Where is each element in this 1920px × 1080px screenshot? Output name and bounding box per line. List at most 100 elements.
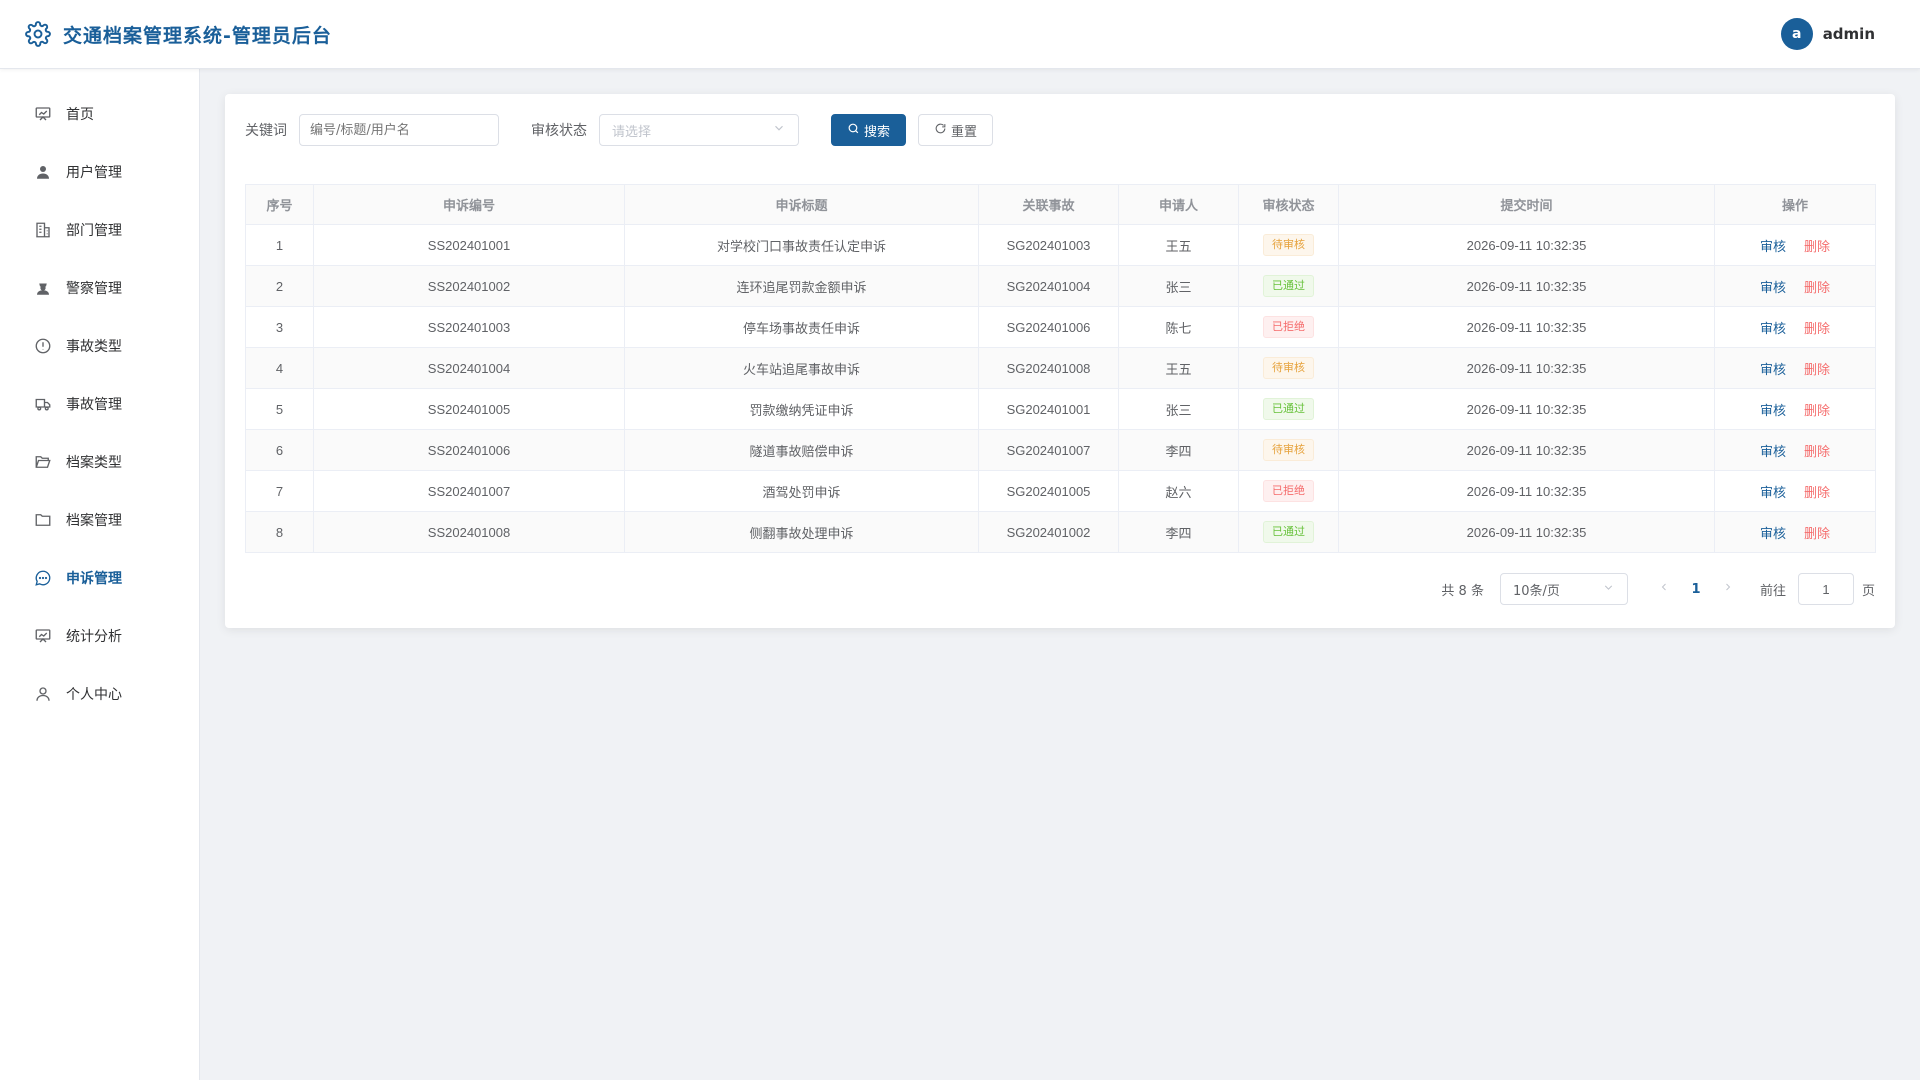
user-icon [34,163,52,181]
status-badge: 已拒绝 [1263,316,1314,338]
page-number[interactable]: 1 [1680,582,1712,597]
cell-actions: 审核 删除 [1714,429,1876,471]
truck-icon [34,395,52,413]
cell-code: SS202401008 [313,511,625,553]
chart-board-icon [34,627,52,645]
status-badge: 已通过 [1263,275,1314,297]
dashboard-icon [34,105,52,123]
goto-page-input[interactable] [1797,573,1854,605]
sidebar-item-departments[interactable]: 部门管理 [0,201,199,259]
delete-button[interactable]: 删除 [1804,403,1830,418]
delete-button[interactable]: 删除 [1804,526,1830,541]
cell-applicant: 陈七 [1118,306,1239,348]
status-badge: 已通过 [1263,521,1314,543]
avatar[interactable]: a [1780,18,1813,50]
reset-button[interactable]: 重置 [918,114,994,146]
keyword-input[interactable] [299,114,499,146]
status-select-placeholder: 请选择 [612,124,652,140]
column-header[interactable]: 提交时间 [1338,184,1715,225]
table-row: 7 SS202401007 酒驾处罚申诉 SG202401005 赵六 已拒绝 2026-0… [245,470,1876,512]
delete-button[interactable]: 删除 [1804,362,1830,377]
delete-button[interactable]: 删除 [1804,280,1830,295]
cell-status: 待审核 [1238,224,1339,266]
refresh-icon [934,122,947,139]
delete-button[interactable]: 删除 [1804,485,1830,500]
sidebar-item-profile[interactable]: 个人中心 [0,665,199,723]
prev-page-button[interactable] [1648,581,1680,597]
brand: 交通档案管理系统-管理员后台 [25,21,332,48]
delete-button[interactable]: 删除 [1804,321,1830,336]
search-button[interactable]: 搜索 [831,114,907,146]
page-size-select[interactable]: 10条/页 [1499,573,1628,605]
sidebar-item-appeals[interactable]: 申诉管理 [0,549,199,607]
status-badge: 待审核 [1263,439,1314,461]
status-select[interactable]: 请选择 [599,114,799,146]
cell-actions: 审核 删除 [1714,511,1876,553]
cell-status: 已通过 [1238,388,1339,430]
audit-button[interactable]: 审核 [1760,526,1786,541]
cell-accident: SG202401005 [978,470,1119,512]
column-header[interactable]: 序号 [245,184,314,225]
audit-button[interactable]: 审核 [1760,239,1786,254]
delete-button[interactable]: 删除 [1804,444,1830,459]
delete-button[interactable]: 删除 [1804,239,1830,254]
audit-button[interactable]: 审核 [1760,444,1786,459]
user-menu[interactable]: a admin [1780,18,1875,50]
search-icon [847,122,860,139]
reset-button-label: 重置 [951,124,978,140]
cell-index: 6 [245,429,314,471]
cell-actions: 审核 删除 [1714,265,1876,307]
cell-status: 已通过 [1238,511,1339,553]
column-header[interactable]: 申请人 [1118,184,1239,225]
cell-time: 2026-09-11 10:32:35 [1338,224,1715,266]
sidebar-item-label: 部门管理 [66,223,122,239]
officer-icon [34,279,52,297]
table-row: 4 SS202401004 火车站追尾事故申诉 SG202401008 王五 待审核 202… [245,347,1876,389]
cell-title: 停车场事故责任申诉 [624,306,979,348]
cell-status: 待审核 [1238,429,1339,471]
sidebar-item-accident-types[interactable]: 事故类型 [0,317,199,375]
cell-code: SS202401006 [313,429,625,471]
filter-bar: 关键词 审核状态 请选择 搜索 重置 [245,114,1875,146]
cell-accident: SG202401007 [978,429,1119,471]
audit-button[interactable]: 审核 [1760,321,1786,336]
cell-applicant: 王五 [1118,347,1239,389]
sidebar-item-label: 首页 [66,107,94,123]
sidebar-item-police[interactable]: 警察管理 [0,259,199,317]
sidebar-item-archives[interactable]: 档案管理 [0,491,199,549]
gear-icon [25,21,51,47]
appeals-panel: 关键词 审核状态 请选择 搜索 重置 序号 申诉编号 申诉标题 关联事故 申请 [225,94,1895,628]
cell-code: SS202401002 [313,265,625,307]
cell-applicant: 李四 [1118,511,1239,553]
audit-button[interactable]: 审核 [1760,280,1786,295]
column-header[interactable]: 审核状态 [1238,184,1339,225]
column-header[interactable]: 申诉标题 [624,184,979,225]
pagination: 共 8 条 10条/页 1 前往 页 [245,573,1875,605]
audit-button[interactable]: 审核 [1760,362,1786,377]
sidebar-item-label: 用户管理 [66,165,122,181]
table-row: 8 SS202401008 侧翻事故处理申诉 SG202401002 李四 已通过 2026… [245,511,1876,553]
table-row: 6 SS202401006 隧道事故赔偿申诉 SG202401007 李四 待审核 2026… [245,429,1876,471]
cell-applicant: 王五 [1118,224,1239,266]
cell-title: 罚款缴纳凭证申诉 [624,388,979,430]
username[interactable]: admin [1823,25,1875,43]
audit-button[interactable]: 审核 [1760,485,1786,500]
cell-code: SS202401001 [313,224,625,266]
column-header[interactable]: 申诉编号 [313,184,625,225]
cell-accident: SG202401004 [978,265,1119,307]
cell-time: 2026-09-11 10:32:35 [1338,265,1715,307]
column-header[interactable]: 关联事故 [978,184,1119,225]
audit-button[interactable]: 审核 [1760,403,1786,418]
table-row: 5 SS202401005 罚款缴纳凭证申诉 SG202401001 张三 已通过 2026… [245,388,1876,430]
sidebar-item-archive-types[interactable]: 档案类型 [0,433,199,491]
sidebar-item-users[interactable]: 用户管理 [0,143,199,201]
cell-time: 2026-09-11 10:32:35 [1338,306,1715,348]
cell-status: 待审核 [1238,347,1339,389]
next-page-button[interactable] [1712,581,1744,597]
sidebar-item-statistics[interactable]: 统计分析 [0,607,199,665]
cell-applicant: 李四 [1118,429,1239,471]
sidebar-item-accidents[interactable]: 事故管理 [0,375,199,433]
sidebar-item-home[interactable]: 首页 [0,85,199,143]
cell-index: 4 [245,347,314,389]
column-header[interactable]: 操作 [1714,184,1876,225]
